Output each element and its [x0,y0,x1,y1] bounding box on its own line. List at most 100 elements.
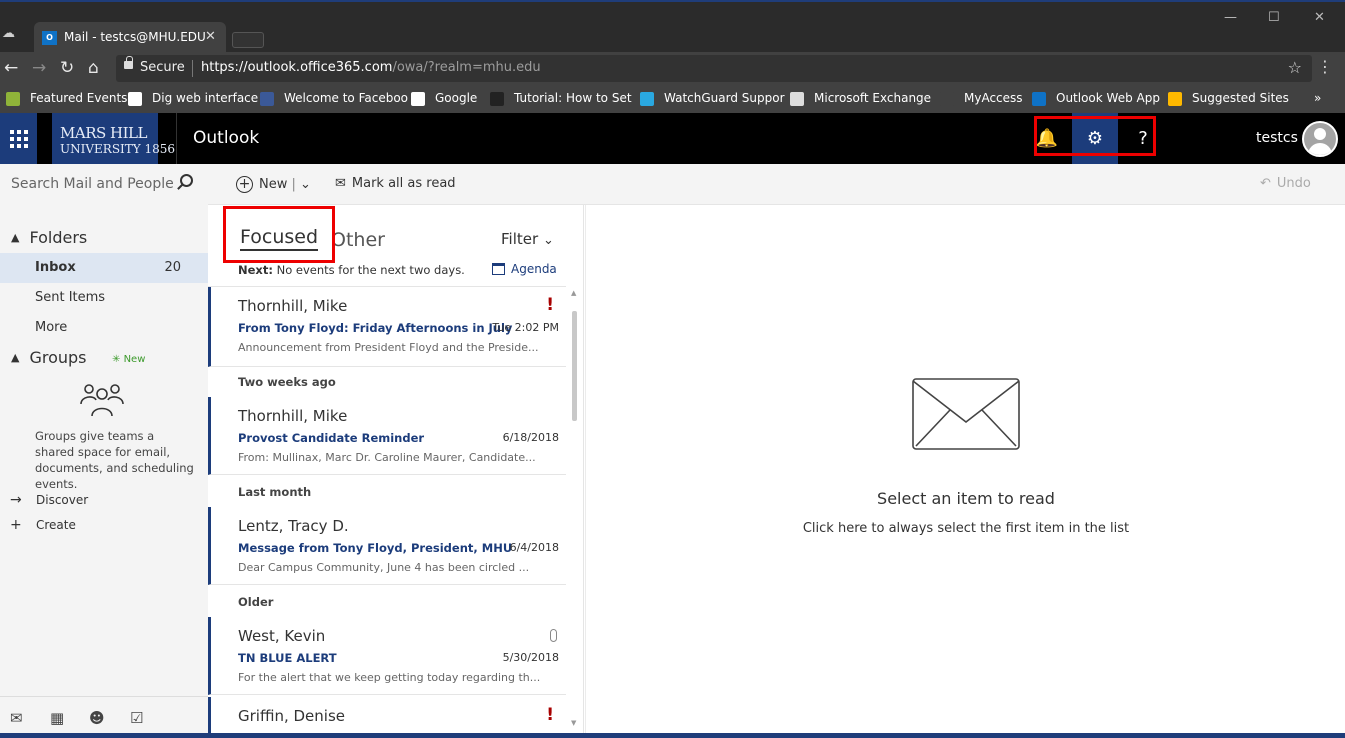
browser-tab[interactable]: O Mail - testcs@MHU.EDU ✕ [34,22,226,54]
list-item[interactable]: Griffin, Denise ! [208,697,566,738]
chevron-down-icon: ⌄ [542,233,554,248]
facebook-icon [260,92,274,106]
sidebar-item-more[interactable]: More [0,313,208,343]
attachment-icon [550,629,557,642]
close-tab-icon[interactable]: ✕ [205,29,216,44]
taskbar-edge [0,733,1345,738]
owa-header: MARS HILL UNIVERSITY 1856 Outlook 🔔 ⚙ ? … [0,113,1345,164]
search-icon[interactable] [180,174,193,187]
mark-all-read-label: Mark all as read [351,176,456,191]
bookmark-item[interactable]: MyAccess [964,91,1023,105]
list-item[interactable]: Thornhill, Mike ! From Tony Floyd: Frida… [208,287,566,367]
discover-link[interactable]: → Discover [10,492,88,508]
home-icon[interactable]: ⌂ [88,58,99,78]
chevron-down-icon[interactable]: ⌄ [300,177,311,192]
incognito-icon[interactable]: ☁ [2,26,22,44]
chevron-up-icon: ▲ [11,231,20,244]
window-close-icon[interactable]: ✕ [1314,10,1325,25]
folder-label: Inbox [35,260,76,275]
lock-icon [124,56,133,69]
message-list: Thornhill, Mike ! From Tony Floyd: Frida… [208,286,566,738]
agenda-button[interactable]: Agenda [492,262,557,276]
bookmark-item[interactable]: Google [435,91,477,105]
new-tab-button[interactable] [232,32,264,48]
maximize-icon[interactable]: ☐ [1268,10,1280,25]
discover-label: Discover [36,493,89,507]
address-bar[interactable]: Secure https://outlook.office365.com/owa… [116,55,1312,82]
bookmark-star-icon[interactable]: ☆ [1288,58,1302,77]
group-header: Last month [238,485,312,499]
user-name[interactable]: testcs [1256,130,1298,146]
scroll-up-icon[interactable]: ▲ [571,289,576,297]
list-item[interactable]: West, Kevin TN BLUE ALERT 5/30/2018 For … [208,617,566,695]
message-preview: For the alert that we keep getting today… [238,671,541,684]
app-title[interactable]: Outlook [193,128,259,148]
reload-icon[interactable]: ↻ [60,58,74,78]
more-bookmarks-icon[interactable]: » [1314,91,1321,105]
bookmark-item[interactable]: Microsoft Exchange [814,91,931,105]
logo-line2: UNIVERSITY 1856 [60,142,176,156]
groups-header[interactable]: ▲ Groups [11,348,87,367]
tab-title: Mail - testcs@MHU.EDU [64,30,206,44]
always-select-first-link[interactable]: Click here to always select the first it… [586,521,1345,536]
avatar[interactable] [1302,121,1338,157]
app-launcher-icon[interactable] [0,113,37,164]
folders-header[interactable]: ▲ Folders [11,228,87,247]
bookmark-item[interactable]: Suggested Sites [1192,91,1289,105]
list-item[interactable]: Thornhill, Mike Provost Candidate Remind… [208,397,566,475]
new-button[interactable]: + New | ⌄ [236,176,311,193]
create-label: Create [36,518,76,532]
command-bar: + New | ⌄ ✉ Mark all as read ↶ Undo [208,164,1345,205]
google-icon [411,92,425,106]
browser-menu-icon[interactable]: ⋮ [1317,57,1333,76]
sidebar-item-inbox[interactable]: Inbox 20 [0,253,208,283]
undo-label: Undo [1276,176,1311,191]
filter-button[interactable]: Filter ⌄ [501,230,554,248]
search-input[interactable]: Search Mail and People [11,176,174,192]
groups-label: Groups [29,348,87,367]
mail-icon[interactable]: ✉ [10,709,28,727]
bookmark-item[interactable]: Featured Events [30,91,127,105]
scrollbar[interactable]: ▲ ▼ [571,289,579,738]
bookmark-icon [6,92,20,106]
envelope-open-icon: ✉ [335,176,346,191]
create-link[interactable]: + Create [10,517,76,533]
scrollbar-thumb[interactable] [572,311,577,421]
bookmark-item[interactable]: Welcome to Faceboo [284,91,408,105]
people-icon[interactable]: ☻ [89,709,107,727]
next-text: No events for the next two days. [276,263,465,277]
tasks-icon[interactable]: ☑ [130,709,148,727]
undo-button[interactable]: ↶ Undo [1260,176,1311,191]
myaccess-icon [940,92,954,106]
browser-toolbar: ← → ↻ ⌂ Secure https://outlook.office365… [0,52,1345,85]
message-preview: Dear Campus Community, June 4 has been c… [238,561,530,574]
bookmark-item[interactable]: WatchGuard Suppor [664,91,785,105]
bookmark-item[interactable]: Outlook Web App [1056,91,1160,105]
university-logo[interactable]: MARS HILL UNIVERSITY 1856 [52,113,175,164]
bookmark-item[interactable]: Dig web interface [152,91,258,105]
left-navigation: Search Mail and People ▲ Folders Inbox 20… [0,164,208,738]
url-host: https://outlook.office365.com [201,60,393,75]
filter-label: Filter [501,230,539,248]
url-text[interactable]: https://outlook.office365.com/owa/?realm… [201,60,541,75]
browser-tab-bar: ☁ O Mail - testcs@MHU.EDU ✕ — ☐ ✕ [0,0,1345,54]
sidebar-item-sent-items[interactable]: Sent Items [0,283,208,313]
mark-all-read-button[interactable]: ✉ Mark all as read [335,176,456,191]
address-separator [192,60,193,77]
message-sender: Lentz, Tracy D. [238,517,349,535]
calendar-icon[interactable]: ▦ [50,709,68,727]
message-date: 6/4/2018 [509,541,559,554]
importance-icon: ! [546,295,554,315]
cloud-icon [640,92,654,106]
list-item[interactable]: Lentz, Tracy D. Message from Tony Floyd,… [208,507,566,585]
back-icon[interactable]: ← [4,58,18,78]
forward-icon[interactable]: → [32,58,46,78]
message-date: 5/30/2018 [502,651,559,664]
reading-pane: Select an item to read Click here to alw… [585,205,1345,738]
scroll-down-icon[interactable]: ▼ [571,719,576,727]
bookmark-item[interactable]: Tutorial: How to Set [514,91,632,105]
tab-other[interactable]: Other [331,229,385,251]
minimize-icon[interactable]: — [1224,10,1237,25]
calendar-icon [492,263,505,275]
message-date: Tue 2:02 PM [492,321,559,334]
